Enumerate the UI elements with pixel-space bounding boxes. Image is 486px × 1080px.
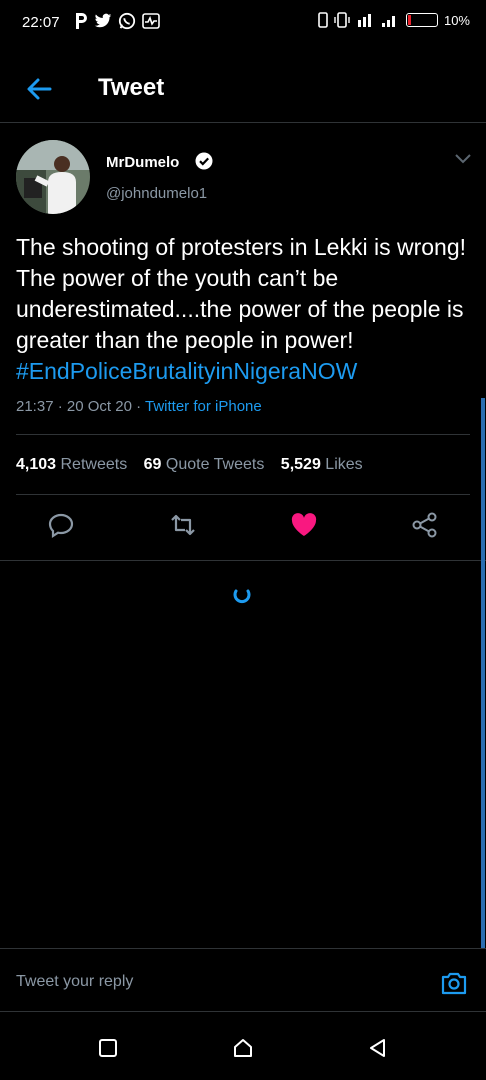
divider: [16, 434, 470, 435]
retweets-count: 4,103: [16, 456, 57, 473]
top-bar: Tweet: [0, 58, 486, 123]
home-icon[interactable]: [231, 1036, 255, 1060]
tweet-stats: 4,103 Retweets 69 Quote Tweets 5,529 Lik…: [16, 456, 375, 474]
share-icon[interactable]: [410, 510, 440, 540]
reply-input[interactable]: Tweet your reply: [16, 973, 133, 991]
reply-bar: Tweet your reply: [0, 948, 486, 1012]
author-name[interactable]: MrDumelo: [106, 154, 179, 171]
camera-icon[interactable]: [440, 969, 468, 997]
tweet-time: 21:37: [16, 398, 54, 415]
vibrate-icon: [334, 12, 350, 28]
status-time: 22:07: [22, 14, 60, 31]
recents-icon[interactable]: [96, 1036, 120, 1060]
divider: [0, 560, 486, 561]
battery-percent: 10%: [443, 12, 470, 28]
retweets-label: Retweets: [60, 456, 128, 473]
verified-icon: [195, 152, 213, 170]
tweet-source-link[interactable]: Twitter for iPhone: [145, 398, 262, 415]
page-title: Tweet: [98, 74, 165, 101]
avatar[interactable]: [16, 140, 90, 214]
activity-notification-icon: [142, 13, 160, 29]
likes-count: 5,529: [280, 456, 321, 473]
hashtag-link[interactable]: #EndPoliceBrutalityinNigeraNOW: [16, 358, 357, 384]
reply-icon[interactable]: [46, 510, 76, 540]
loading-spinner-icon: [233, 589, 251, 604]
divider: [16, 494, 470, 495]
system-nav-bar: [0, 1012, 486, 1080]
notification-icons: [74, 12, 160, 30]
likes-stat[interactable]: 5,529 Likes: [281, 456, 363, 473]
tweet-meta: 21:37 · 20 Oct 20 · Twitter for iPhone: [16, 398, 262, 415]
chevron-down-icon[interactable]: [454, 152, 472, 166]
meta-separator: ·: [131, 398, 145, 415]
signal-icon: [357, 14, 395, 27]
back-nav-icon[interactable]: [366, 1036, 390, 1060]
phone-icon: [318, 12, 328, 28]
battery-fill: [407, 15, 411, 25]
tweet-date: 20 Oct 20: [66, 398, 132, 415]
meta-separator: ·: [53, 398, 67, 415]
author-handle[interactable]: @johndumelo1: [106, 185, 207, 202]
tweet-text: The shooting of protesters in Lekki is w…: [16, 232, 476, 387]
like-icon[interactable]: [289, 510, 319, 540]
whatsapp-notification-icon: [118, 12, 136, 30]
tweet-body: The shooting of protesters in Lekki is w…: [16, 234, 467, 353]
retweet-icon[interactable]: [168, 510, 198, 540]
quote-tweets-stat[interactable]: 69 Quote Tweets: [144, 456, 265, 473]
status-right: 10%: [318, 12, 470, 28]
quotes-label: Quote Tweets: [165, 456, 265, 473]
likes-label: Likes: [325, 456, 363, 473]
twitter-notification-icon: [94, 13, 112, 28]
status-bar: 22:07 10%: [0, 0, 486, 48]
quotes-count: 69: [143, 456, 162, 473]
tweet-actions: [0, 510, 486, 544]
battery-icon: [405, 13, 438, 27]
back-arrow-icon[interactable]: [24, 74, 54, 104]
retweets-stat[interactable]: 4,103 Retweets: [16, 456, 127, 473]
scrollbar[interactable]: [481, 398, 485, 948]
p-notification-icon: [76, 13, 87, 29]
